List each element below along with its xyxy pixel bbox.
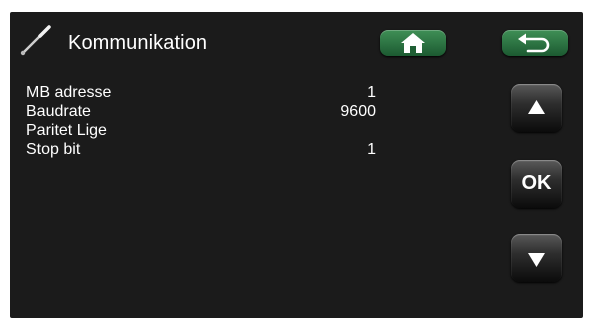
header-bar: Kommunikation bbox=[10, 12, 583, 70]
up-button[interactable] bbox=[511, 84, 562, 132]
home-button[interactable] bbox=[380, 30, 446, 56]
ok-button[interactable]: OK bbox=[511, 160, 562, 208]
setting-row-stop-bit[interactable]: Stop bit 1 bbox=[26, 141, 376, 160]
home-icon bbox=[401, 33, 425, 53]
screwdriver-icon bbox=[18, 24, 52, 58]
ok-label: OK bbox=[521, 172, 552, 194]
setting-value: 9600 bbox=[340, 103, 376, 120]
setting-label: Baudrate bbox=[26, 103, 91, 120]
display-screen: Kommunikation MB adresse 1 Baudrate 9600… bbox=[10, 12, 583, 318]
setting-value: 1 bbox=[367, 84, 376, 101]
setting-row-mb-adresse[interactable]: MB adresse 1 bbox=[26, 84, 376, 103]
down-button[interactable] bbox=[511, 234, 562, 282]
settings-list: MB adresse 1 Baudrate 9600 Paritet Lige … bbox=[26, 84, 376, 160]
triangle-down-icon bbox=[528, 253, 545, 267]
setting-row-paritet[interactable]: Paritet Lige bbox=[26, 122, 376, 141]
setting-label: MB adresse bbox=[26, 84, 112, 101]
triangle-up-icon bbox=[528, 100, 545, 114]
setting-row-baudrate[interactable]: Baudrate 9600 bbox=[26, 103, 376, 122]
setting-label: Paritet Lige bbox=[26, 122, 107, 139]
page-title: Kommunikation bbox=[68, 32, 208, 54]
setting-label: Stop bit bbox=[26, 141, 81, 158]
back-button[interactable] bbox=[502, 30, 568, 56]
back-arrow-icon bbox=[518, 33, 550, 53]
setting-value: 1 bbox=[367, 141, 376, 158]
